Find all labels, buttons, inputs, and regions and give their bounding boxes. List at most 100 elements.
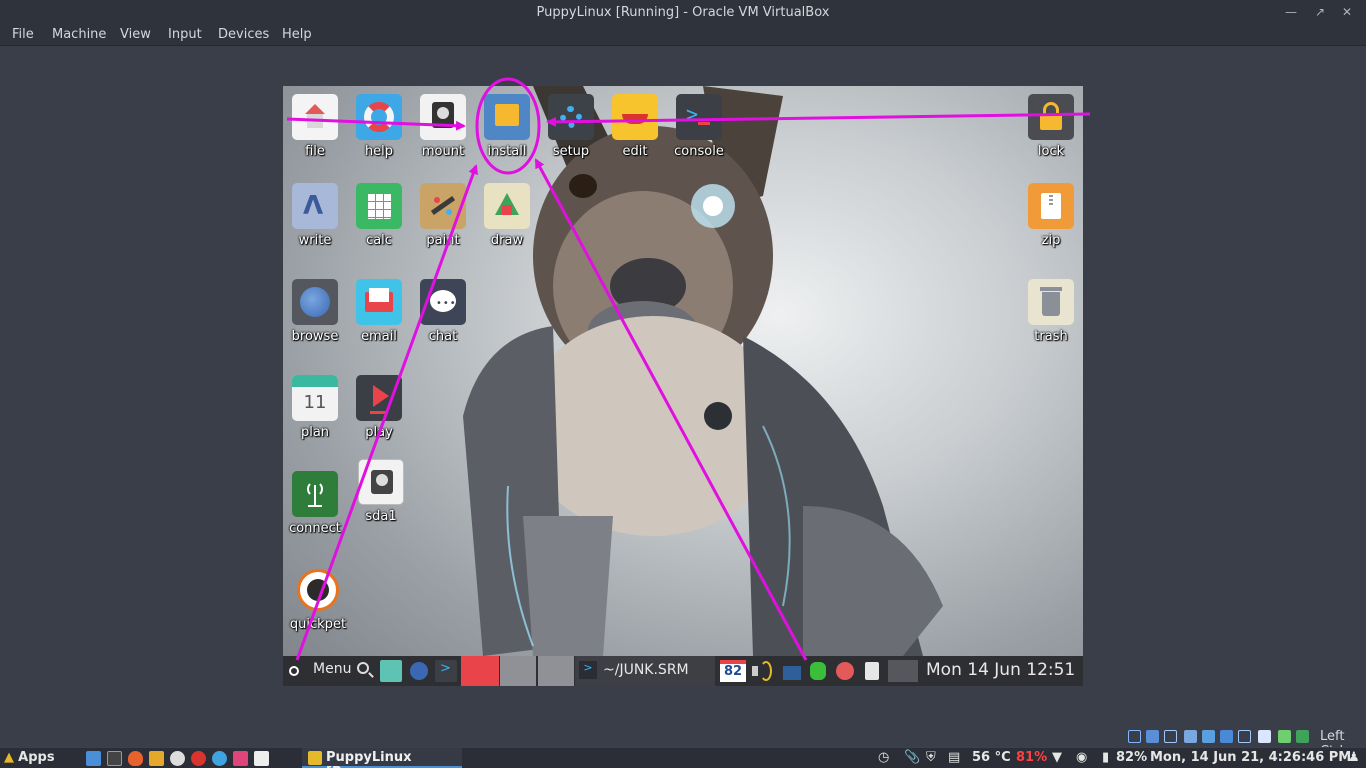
mouse-integration-icon[interactable]: [1296, 730, 1309, 743]
host-datetime[interactable]: Mon, 14 Jun 21, 4:26:46 PM: [1150, 750, 1351, 765]
shield-icon[interactable]: ⛨: [926, 750, 936, 765]
cpu-status-icon[interactable]: [1278, 730, 1291, 743]
clipboard-tray-icon[interactable]: ▤: [948, 750, 960, 765]
brave-icon[interactable]: [128, 751, 143, 766]
desktop-browse[interactable]: browse: [283, 279, 347, 344]
restore-icon[interactable]: ↗: [1311, 3, 1329, 21]
media-icon[interactable]: ◉: [1076, 750, 1087, 765]
desktop-zip[interactable]: zip: [1019, 183, 1083, 248]
desktop-sda1[interactable]: sda1: [349, 459, 413, 524]
browser-icon[interactable]: [408, 660, 430, 682]
network-icon[interactable]: [781, 660, 803, 682]
workspace-2[interactable]: [500, 656, 536, 686]
desktop-email[interactable]: email: [347, 279, 411, 344]
database-icon[interactable]: [807, 660, 829, 682]
vm-clock[interactable]: Mon 14 Jun 12:51: [926, 660, 1075, 680]
desktop-file[interactable]: file: [283, 94, 347, 159]
drive-icon: [358, 459, 404, 505]
clock-tray-icon[interactable]: ◷: [878, 750, 889, 765]
apps-menu-button[interactable]: ▲ Apps: [4, 750, 55, 765]
desktop-install[interactable]: install: [475, 94, 539, 159]
desktop-draw[interactable]: draw: [475, 183, 539, 248]
network-status-icon[interactable]: [1184, 730, 1197, 743]
desktop-lock[interactable]: lock: [1019, 94, 1083, 159]
close-icon[interactable]: ✕: [1338, 3, 1356, 21]
quickpet-icon: [295, 567, 341, 613]
desktop-trash[interactable]: trash: [1019, 279, 1083, 344]
vm-menu-button[interactable]: Menu: [313, 661, 351, 677]
user-icon[interactable]: ♟: [1348, 750, 1360, 765]
firewall-icon[interactable]: [834, 660, 856, 682]
draw-icon: [484, 183, 530, 229]
desktop-console[interactable]: > console: [667, 94, 731, 159]
clipit-icon[interactable]: [233, 751, 248, 766]
optical-status-icon[interactable]: [1146, 730, 1159, 743]
disk-status-icon[interactable]: [1128, 730, 1141, 743]
writer-icon: Λ: [292, 183, 338, 229]
lamp-icon: [612, 94, 658, 140]
calendar-icon: 11: [292, 375, 338, 421]
search-icon[interactable]: [355, 660, 375, 682]
gear-icon: [548, 94, 594, 140]
desktop-paint-label: paint: [426, 233, 460, 248]
sublime-icon[interactable]: [149, 751, 164, 766]
desktop-calc[interactable]: calc: [347, 183, 411, 248]
volume-icon[interactable]: [750, 660, 774, 682]
menu-file[interactable]: File: [12, 27, 34, 42]
desktop-help-label: help: [364, 144, 394, 159]
vm-task-junk-label: ~/JUNK.SRM: [603, 662, 689, 678]
desktop-setup-label: setup: [552, 144, 590, 159]
battery-icon[interactable]: ▮: [1102, 750, 1109, 765]
amazon-icon[interactable]: [170, 751, 185, 766]
desktop-plan[interactable]: 11 plan: [283, 375, 347, 440]
terminal-quicklaunch-icon[interactable]: [107, 751, 122, 766]
display-status-icon[interactable]: [1238, 730, 1251, 743]
desktop-setup[interactable]: setup: [539, 94, 603, 159]
puppy-menu-icon[interactable]: [287, 660, 307, 682]
vm-screen[interactable]: file help mount install setup edit > con…: [283, 86, 1083, 686]
desktop-chat[interactable]: ••• chat: [411, 279, 475, 344]
workspace-3[interactable]: [538, 656, 574, 686]
workspace-1[interactable]: [461, 656, 499, 686]
desktop-calc-label: calc: [366, 233, 392, 248]
wifi-icon[interactable]: ▼: [1052, 750, 1062, 765]
audio-status-icon[interactable]: [1164, 730, 1177, 743]
menu-help[interactable]: Help: [282, 27, 312, 42]
temperature: 56 °C: [972, 750, 1011, 765]
task-puppylinux[interactable]: PuppyLinux [Run...: [302, 748, 462, 768]
clipboard-icon[interactable]: [863, 660, 881, 682]
desktop-email-label: email: [361, 329, 397, 344]
desktop-file-label: file: [305, 144, 325, 159]
notes-icon[interactable]: [254, 751, 269, 766]
menu-input[interactable]: Input: [168, 27, 202, 42]
harddisk-icon: [420, 94, 466, 140]
launcher-1-icon[interactable]: [86, 751, 101, 766]
menu-machine[interactable]: Machine: [52, 27, 106, 42]
tux-icon: ▲: [4, 750, 14, 765]
vpn-icon[interactable]: [212, 751, 227, 766]
terminal-launcher-icon[interactable]: >: [435, 660, 457, 682]
calendar-tray-icon[interactable]: 82: [720, 660, 746, 682]
show-desktop-icon[interactable]: [380, 660, 402, 682]
desktop-write[interactable]: Λ write: [283, 183, 347, 248]
calendar-day: 11: [303, 392, 327, 413]
menu-devices[interactable]: Devices: [218, 27, 269, 42]
cherry-icon[interactable]: [191, 751, 206, 766]
desktop-help[interactable]: help: [347, 94, 411, 159]
desktop-quickpet[interactable]: quickpet: [286, 567, 350, 632]
desktop-mount[interactable]: mount: [411, 94, 475, 159]
host-panel: ▲ Apps PuppyLinux [Run... ◷ 📎 ⛨ ▤ 56 °C …: [0, 747, 1366, 768]
paperclip-icon[interactable]: 📎: [904, 750, 920, 765]
shared-folder-status-icon[interactable]: [1220, 730, 1233, 743]
recording-status-icon[interactable]: [1258, 730, 1271, 743]
usb-status-icon[interactable]: [1202, 730, 1215, 743]
minimize-icon[interactable]: —: [1282, 3, 1300, 21]
vm-task-junk[interactable]: > ~/JUNK.SRM: [575, 656, 715, 686]
desktop-play[interactable]: play: [347, 375, 411, 440]
menu-view[interactable]: View: [120, 27, 151, 42]
desktop-edit[interactable]: edit: [603, 94, 667, 159]
desktop-draw-label: draw: [490, 233, 524, 248]
desktop-paint[interactable]: paint: [411, 183, 475, 248]
antenna-icon: [292, 471, 338, 517]
desktop-connect[interactable]: connect: [283, 471, 347, 536]
